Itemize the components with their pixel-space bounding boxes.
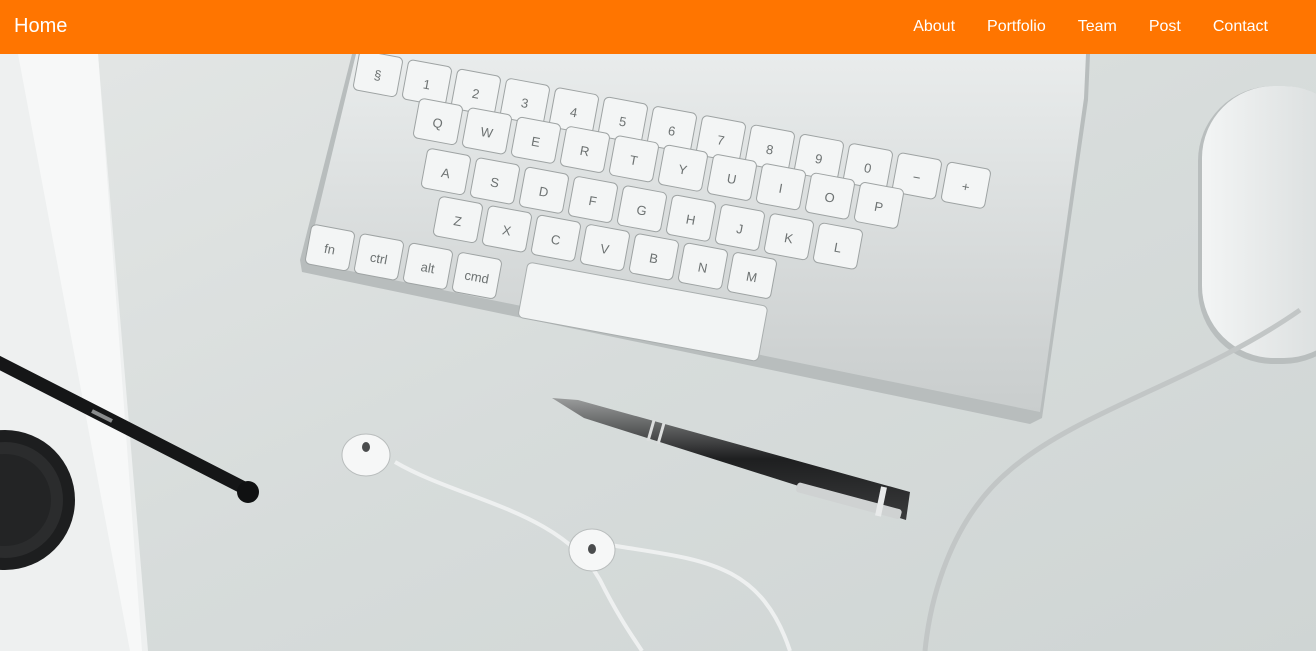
keyboard-key: D xyxy=(519,166,569,214)
keyboard-key: N xyxy=(678,242,728,290)
keyboard-key: Q xyxy=(413,98,463,146)
keyboard-key: S xyxy=(470,157,520,205)
keyboard-key: I xyxy=(756,163,806,211)
keyboard-key: A xyxy=(421,148,471,196)
keyboard-key: C xyxy=(531,214,581,262)
keyboard-key: cmd xyxy=(452,252,502,299)
home-link[interactable]: Home xyxy=(14,14,67,38)
keyboard-key: W xyxy=(462,107,512,155)
top-navbar: Home About Portfolio Team Post Contact xyxy=(0,0,1316,54)
keyboard-key: V xyxy=(580,224,630,271)
nav-link-contact[interactable]: Contact xyxy=(1213,17,1268,37)
keyboard-key: M xyxy=(727,252,777,299)
nav-item: About xyxy=(913,17,955,37)
nav-link-team[interactable]: Team xyxy=(1078,17,1117,37)
keyboard-key: L xyxy=(813,222,863,270)
keyboard-key: G xyxy=(617,185,667,233)
keyboard-key: F xyxy=(568,176,618,223)
hero-image: § 1 2 3 4 5 6 7 8 9 0− + Q W E R T Y U I O P A S D F G H J K L Z X C V B N Mf… xyxy=(0,54,1316,651)
keyboard-key: B xyxy=(629,233,679,281)
keyboard-key: § xyxy=(353,54,403,98)
keyboard-key-label: ctrl xyxy=(369,249,389,267)
nav-link-portfolio[interactable]: Portfolio xyxy=(987,17,1046,37)
keyboard-key: K xyxy=(764,213,814,261)
keyboard-key: fn xyxy=(305,224,355,272)
keyboard-key: X xyxy=(482,205,532,253)
keyboard-key: R xyxy=(560,126,610,173)
keyboard-key: T xyxy=(609,135,659,183)
keyboard-key: ctrl xyxy=(354,233,404,281)
keyboard-key: J xyxy=(715,204,765,251)
keyboard-key: alt xyxy=(403,242,453,290)
keyboard-key: Y xyxy=(658,144,708,192)
nav-item: Contact xyxy=(1213,17,1268,37)
keyboard-key: Z xyxy=(433,196,483,244)
magic-mouse xyxy=(1198,86,1316,364)
nav-item: Portfolio xyxy=(987,17,1046,37)
nav-link-about[interactable]: About xyxy=(913,17,955,37)
keyboard-key: H xyxy=(666,194,716,242)
nav-item: Post xyxy=(1149,17,1181,37)
desk-photo-illustration: §1234567890−+QWERTYUIOPASDFGHJKLZXCVBNMf… xyxy=(0,54,1316,651)
keyboard-key: + xyxy=(941,161,991,209)
nav-menu: About Portfolio Team Post Contact xyxy=(881,0,1268,54)
keyboard-key: U xyxy=(707,154,757,201)
page: Home About Portfolio Team Post Contact §… xyxy=(0,0,1316,651)
keyboard-key: E xyxy=(511,116,561,164)
nav-item: Team xyxy=(1078,17,1117,37)
keyboard-key: O xyxy=(805,172,855,220)
nav-link-post[interactable]: Post xyxy=(1149,17,1181,37)
keyboard-key: P xyxy=(854,182,904,229)
